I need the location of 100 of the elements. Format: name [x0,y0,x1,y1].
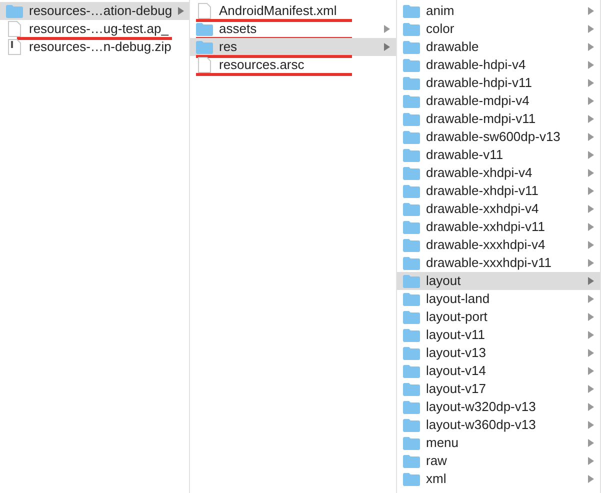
file-row[interactable]: drawable-xxxhdpi-v4 [397,236,600,254]
disclosure-arrow-icon [588,277,594,285]
file-row[interactable]: anim [397,2,600,20]
document-icon [198,3,211,19]
folder-icon [403,256,420,270]
file-row[interactable]: layout-v17 [397,380,600,398]
file-row[interactable]: color [397,20,600,38]
file-name: layout-v14 [426,362,487,380]
file-name: drawable-hdpi-v4 [426,56,527,74]
folder-icon [403,364,420,378]
file-row[interactable]: layout-v13 [397,344,600,362]
disclosure-arrow-icon [588,61,594,69]
folder-icon [403,310,420,324]
folder-icon [403,130,420,144]
file-row[interactable]: raw [397,452,600,470]
disclosure-arrow-icon [384,25,390,33]
file-name: drawable [426,38,480,56]
folder-icon [403,454,420,468]
file-name: drawable-xxxhdpi-v11 [426,254,552,272]
folder-icon [403,40,420,54]
file-row[interactable]: drawable-xxhdpi-v4 [397,200,600,218]
file-row[interactable]: layout-w320dp-v13 [397,398,600,416]
file-name: resources.arsc [219,56,306,74]
file-name: drawable-xxhdpi-v11 [426,218,546,236]
file-name: drawable-xhdpi-v4 [426,164,534,182]
disclosure-arrow-icon [588,115,594,123]
disclosure-arrow-icon [178,7,184,15]
file-row[interactable]: drawable-mdpi-v4 [397,92,600,110]
file-name: layout-port [426,308,488,326]
file-name: layout-v11 [426,326,486,344]
folder-icon [403,472,420,486]
file-row[interactable]: drawable-xhdpi-v11 [397,182,600,200]
file-row[interactable]: drawable-hdpi-v11 [397,74,600,92]
folder-icon [403,148,420,162]
file-name: assets [219,20,258,38]
file-row[interactable]: drawable-v11 [397,146,600,164]
file-name: layout [426,272,462,290]
folder-icon [196,40,213,54]
file-row[interactable]: drawable-xxhdpi-v11 [397,218,600,236]
file-row[interactable]: resources.arsc [190,56,396,74]
file-name: layout-land [426,290,491,308]
file-name: layout-v13 [426,344,487,362]
file-row[interactable]: drawable-hdpi-v4 [397,56,600,74]
folder-icon [196,22,213,36]
disclosure-arrow-icon [588,457,594,465]
file-row[interactable]: layout-land [397,290,600,308]
file-row[interactable]: drawable-xxxhdpi-v11 [397,254,600,272]
file-name: menu [426,434,460,452]
file-row[interactable]: xml [397,470,600,488]
file-row[interactable]: resources-…ug-test.ap_ [0,20,189,38]
file-row[interactable]: AndroidManifest.xml [190,2,396,20]
file-name: drawable-sw600dp-v13 [426,128,562,146]
file-name: raw [426,452,448,470]
folder-icon [403,238,420,252]
folder-icon [403,184,420,198]
file-row[interactable]: drawable-xhdpi-v4 [397,164,600,182]
folder-icon [403,94,420,108]
file-row[interactable]: layout-w360dp-v13 [397,416,600,434]
folder-icon [403,112,420,126]
folder-icon [403,202,420,216]
disclosure-arrow-icon [588,439,594,447]
file-row[interactable]: resources-…n-debug.zip [0,38,189,56]
folder-icon [6,4,23,18]
file-row[interactable]: layout-port [397,308,600,326]
disclosure-arrow-icon [588,331,594,339]
file-name: anim [426,2,456,20]
folder-icon [403,274,420,288]
file-row[interactable]: layout-v11 [397,326,600,344]
file-row[interactable]: drawable [397,38,600,56]
folder-icon [403,22,420,36]
folder-icon [403,346,420,360]
file-row[interactable]: drawable-mdpi-v11 [397,110,600,128]
file-row[interactable]: res [190,38,396,56]
file-name: drawable-hdpi-v11 [426,74,533,92]
disclosure-arrow-icon [588,385,594,393]
zip-file-icon [8,39,21,55]
disclosure-arrow-icon [588,79,594,87]
file-name: resources-…ug-test.ap_ [29,20,170,38]
disclosure-arrow-icon [588,295,594,303]
disclosure-arrow-icon [588,97,594,105]
disclosure-arrow-icon [588,421,594,429]
file-row[interactable]: layout [397,272,600,290]
folder-icon [403,328,420,342]
file-name: drawable-mdpi-v4 [426,92,530,110]
disclosure-arrow-icon [588,133,594,141]
file-name: xml [426,470,448,488]
file-row[interactable]: menu [397,434,600,452]
folder-icon [403,4,420,18]
file-row[interactable]: resources-…ation-debug [0,2,189,20]
disclosure-arrow-icon [588,367,594,375]
file-row[interactable]: layout-v14 [397,362,600,380]
disclosure-arrow-icon [384,43,390,51]
file-name: color [426,20,456,38]
folder-icon [403,76,420,90]
document-icon [8,21,21,37]
folder-icon [403,382,420,396]
disclosure-arrow-icon [588,43,594,51]
file-name: drawable-v11 [426,146,504,164]
file-row[interactable]: drawable-sw600dp-v13 [397,128,600,146]
folder-icon [403,58,420,72]
